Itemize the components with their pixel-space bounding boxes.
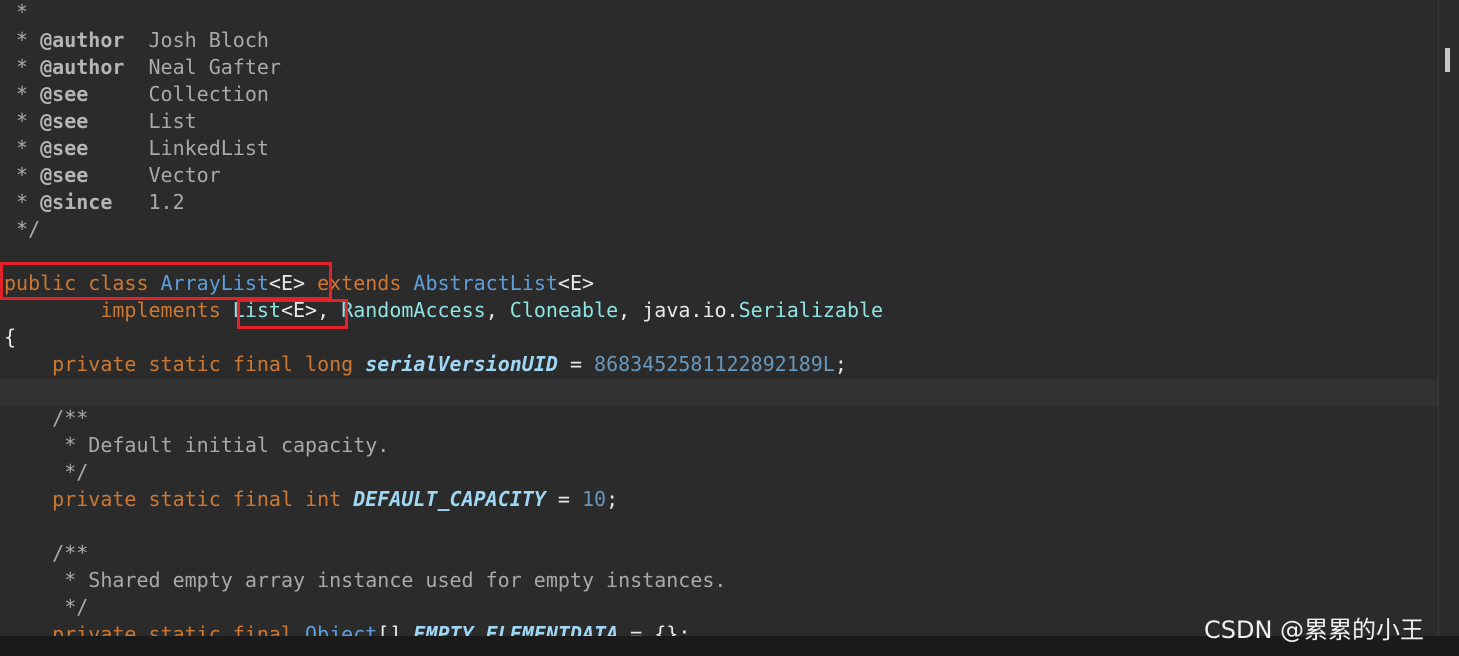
code-line: * @see Collection [4,81,269,108]
generic-param: <E> [557,271,595,295]
code-line: private static final long serialVersionU… [4,351,847,378]
comment-text: */ [4,217,41,241]
javadoc-tag: @see [40,109,89,133]
code-line: * @see Vector [4,162,221,189]
code-line: * @see List [4,108,197,135]
superclass-name: AbstractList [413,271,558,295]
brace: { [4,325,17,349]
comment-text: 1.2 [112,190,185,214]
type-name: Object [305,622,378,636]
keyword: private static final int [52,487,354,511]
code-line: */ [4,459,88,486]
interface-name: Serializable [738,298,884,322]
code-editor[interactable]: * * @author Josh Bloch * @author Neal Ga… [0,0,1438,636]
annotation-box-list-interface [237,299,348,329]
array-brackets: [] [377,622,414,636]
code-line: */ [4,216,40,243]
comment-prefix: * [4,136,41,160]
code-line: * @see LinkedList [4,135,269,162]
number-literal: 8683452581122892189L [594,352,835,376]
code-line: private static final Object[] EMPTY_ELEM… [4,621,690,636]
comment-prefix: * [4,55,41,79]
comment-prefix: * [4,163,41,187]
comment-text: LinkedList [88,136,269,160]
comment-text: /** [4,541,89,565]
code-line: */ [4,594,88,621]
code-line: private static final int DEFAULT_CAPACIT… [4,486,618,513]
vertical-scrollbar[interactable] [1438,0,1459,636]
field-name: DEFAULT_CAPACITY [353,487,546,511]
comment-text: */ [4,460,89,484]
field-name: EMPTY_ELEMENTDATA [413,622,619,636]
keyword: private static final long [52,352,366,376]
code-line: * @author Josh Bloch [4,27,269,54]
current-line-highlight [0,379,1438,406]
annotation-box-class-declaration [0,262,332,300]
implements-line: implements List<E>, RandomAccess, Clonea… [4,297,883,324]
comment-text: List [88,109,197,133]
comment-prefix: * [4,82,41,106]
interface-name: RandomAccess [341,298,486,322]
comment-prefix: * [4,109,41,133]
separator: , [485,298,510,322]
code-line: * @since 1.2 [4,189,185,216]
watermark: CSDN @累累的小王 [1204,616,1425,644]
separator: , [618,298,643,322]
comment-text: Vector [88,163,221,187]
javadoc-tag: @see [40,163,89,187]
javadoc-tag: @see [40,136,89,160]
keyword: private static final [52,622,306,636]
operator: = [545,487,582,511]
comment-text: Josh Bloch [124,28,269,52]
comment-text: Neal Gafter [124,55,281,79]
package-prefix: java.io. [642,298,739,322]
javadoc-tag: @author [40,28,125,52]
initializer: = {}; [618,622,691,636]
javadoc-tag: @since [40,190,113,214]
comment-text: */ [4,595,89,619]
comment-prefix: * [4,190,41,214]
code-line: /** [4,405,88,432]
keyword: implements [100,298,221,322]
semicolon: ; [606,487,619,511]
comment-text: * Shared empty array instance used for e… [4,568,727,592]
code-line: * Shared empty array instance used for e… [4,567,726,594]
comment-text: * [4,0,29,24]
code-line: * Default initial capacity. [4,432,389,459]
scrollbar-thumb[interactable] [1445,48,1450,72]
javadoc-tag: @see [40,82,89,106]
operator: = [557,352,595,376]
comment-text: Collection [88,82,269,106]
javadoc-tag: @author [40,55,125,79]
field-name: serialVersionUID [365,352,558,376]
number-literal: 10 [581,487,607,511]
interface-name: Cloneable [509,298,619,322]
code-line: /** [4,540,88,567]
comment-text: * Default initial capacity. [4,433,390,457]
code-line: * @author Neal Gafter [4,54,281,81]
semicolon: ; [834,352,847,376]
code-line: { [4,324,16,351]
code-line: * [4,0,28,26]
comment-prefix: * [4,28,41,52]
comment-text: /** [4,406,89,430]
